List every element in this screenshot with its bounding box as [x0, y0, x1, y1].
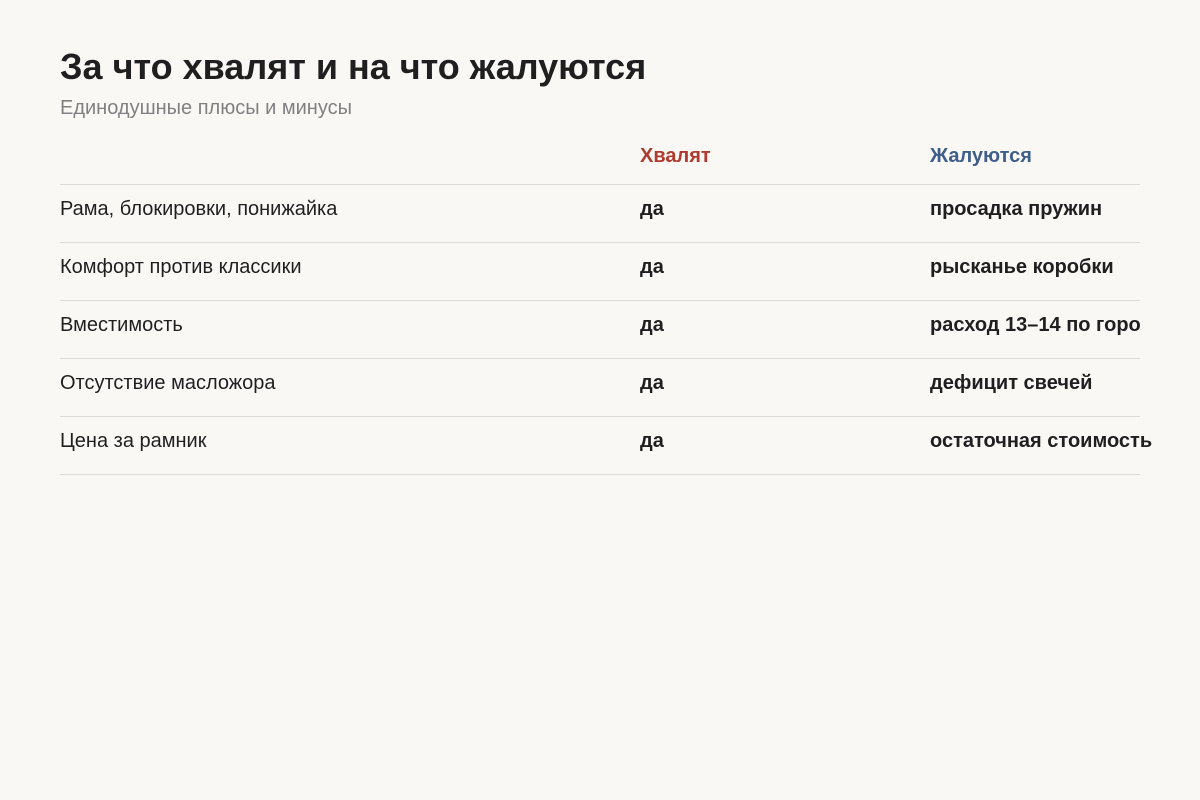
page-container: За что хвалят и на что жалуются Единодуш… — [60, 46, 1152, 475]
table-row: Комфорт против классики да рысканье коро… — [60, 243, 1140, 301]
row-topic: Комфорт против классики — [60, 256, 302, 278]
row-complaint: дефицит свечей — [930, 372, 1093, 394]
row-praise: да — [640, 256, 664, 278]
header-complaint: Жалуются — [930, 145, 1032, 167]
row-praise: да — [640, 430, 664, 452]
table-row: Отсутствие масложора да дефицит свечей — [60, 359, 1140, 417]
row-complaint: просадка пружин — [930, 198, 1103, 220]
row-praise: да — [640, 314, 664, 336]
header-praise: Хвалят — [640, 145, 711, 167]
row-praise: да — [640, 372, 664, 394]
row-topic: Отсутствие масложора — [60, 372, 276, 394]
table-row: Цена за рамник да остаточная стоимость — [60, 417, 1152, 475]
page-subtitle: Единодушные плюсы и минусы — [60, 97, 353, 119]
row-complaint: расход 13–14 по горо — [930, 314, 1141, 336]
table-header-row: Хвалят Жалуются — [60, 140, 1140, 185]
row-complaint: остаточная стоимость — [930, 430, 1153, 452]
row-topic: Цена за рамник — [60, 430, 207, 452]
row-topic: Вместимость — [60, 314, 183, 336]
table-row: Вместимость да расход 13–14 по горо — [60, 301, 1141, 359]
row-topic: Рама, блокировки, понижайка — [60, 198, 338, 220]
page-title: За что хвалят и на что жалуются — [60, 46, 647, 87]
pros-cons-table: Хвалят Жалуются Рама, блокировки, понижа… — [60, 140, 1152, 475]
row-complaint: рысканье коробки — [930, 256, 1114, 278]
table-row: Рама, блокировки, понижайка да просадка … — [60, 185, 1140, 243]
row-praise: да — [640, 198, 664, 220]
